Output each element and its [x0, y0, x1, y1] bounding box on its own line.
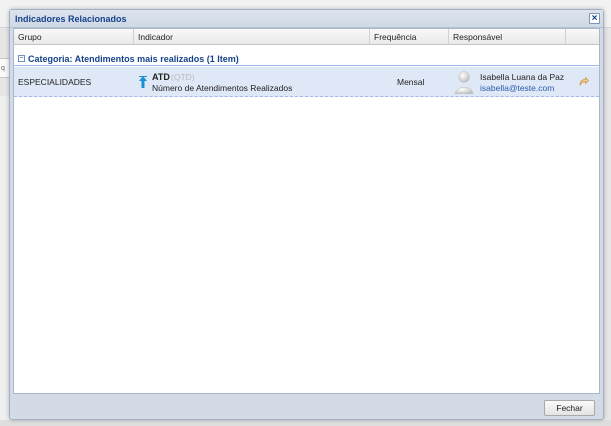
related-indicators-dialog: Indicadores Relacionados × Grupo Indicad…: [9, 9, 604, 420]
column-header-grupo[interactable]: Grupo: [14, 29, 134, 45]
column-header-actions: [566, 29, 599, 45]
background-footer: [0, 420, 611, 426]
grid-header: Grupo Indicador Frequência Responsável: [14, 29, 599, 45]
indicator-code[interactable]: ATD: [152, 72, 170, 82]
grid-panel: Grupo Indicador Frequência Responsável −…: [13, 28, 600, 394]
responsavel-name: Isabella Luana da Paz: [480, 72, 565, 82]
cell-frequencia: Mensal: [397, 77, 425, 87]
arrow-share-icon[interactable]: [579, 76, 589, 86]
avatar: [454, 71, 474, 94]
close-dialog-button[interactable]: Fechar: [544, 400, 595, 416]
indicator-unit: (QTD): [171, 72, 195, 82]
close-icon: ×: [591, 13, 598, 24]
indicator-name: Número de Atendimentos Realizados: [152, 83, 293, 93]
column-header-responsavel[interactable]: Responsável: [449, 29, 566, 45]
table-row[interactable]: ESPECIALIDADES ATD (QTD) Número de Atend…: [14, 67, 599, 97]
responsavel-email-link[interactable]: isabella@teste.com: [480, 83, 554, 93]
group-row[interactable]: − Categoria: Atendimentos mais realizado…: [14, 52, 599, 66]
collapse-icon[interactable]: −: [18, 55, 25, 62]
column-header-indicador[interactable]: Indicador: [134, 29, 370, 45]
dialog-titlebar[interactable]: Indicadores Relacionados ×: [10, 10, 603, 28]
cell-grupo: ESPECIALIDADES: [18, 77, 92, 87]
column-header-frequencia[interactable]: Frequência: [370, 29, 449, 45]
arrow-up-icon: [139, 76, 147, 88]
group-label: Categoria: Atendimentos mais realizados …: [28, 54, 239, 64]
close-button[interactable]: ×: [589, 13, 600, 24]
dialog-title: Indicadores Relacionados: [15, 14, 127, 24]
